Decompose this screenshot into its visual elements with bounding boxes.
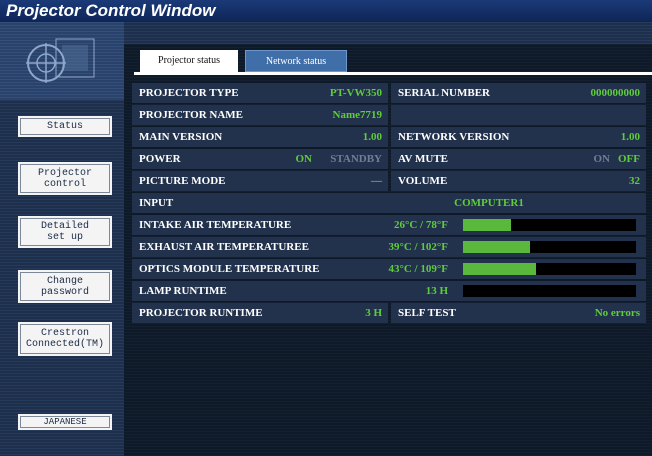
language-japanese-button[interactable]: JAPANESE	[18, 414, 112, 430]
nav-detailed-setup-button[interactable]: Detailed set up	[18, 216, 112, 248]
exhaust-temp-label: EXHAUST AIR TEMPERATUREE	[132, 237, 368, 257]
status-row: PROJECTOR NAME Name7719	[132, 105, 646, 125]
optics-temp-bar-fill	[463, 263, 536, 275]
self-test-label: SELF TEST	[391, 303, 554, 323]
av-mute-on-value: ON	[588, 149, 616, 169]
input-value: COMPUTER1	[332, 193, 646, 213]
client-area: Status Projector control Detailed set up…	[0, 22, 652, 456]
projector-control-window: Projector Control Window Status Projecto…	[0, 0, 652, 456]
nav-change-password-button[interactable]: Change password	[18, 270, 112, 303]
exhaust-temp-bar-fill	[463, 241, 531, 253]
serial-number-value: 000000000	[554, 83, 646, 103]
intake-temp-value: 26°C / 78°F	[368, 215, 454, 235]
lamp-runtime-value: 13 H	[368, 281, 454, 301]
status-content-panel: Projector status Network status PROJECTO…	[124, 44, 652, 456]
sidebar: Status Projector control Detailed set up…	[0, 22, 124, 456]
status-row: PROJECTOR TYPE PT-VW350 SERIAL NUMBER 00…	[132, 83, 646, 103]
window-title: Projector Control Window	[0, 0, 652, 22]
self-test-value: No errors	[554, 303, 646, 323]
intake-temp-label: INTAKE AIR TEMPERATURE	[132, 215, 368, 235]
status-row: POWER ON STANDBY AV MUTE ON OFF	[132, 149, 646, 169]
volume-label: VOLUME	[391, 171, 554, 191]
intake-temp-bar-fill	[463, 219, 512, 231]
optics-temp-value: 43°C / 109°F	[368, 259, 454, 279]
empty-cell	[391, 105, 646, 125]
status-row: LAMP RUNTIME 13 H	[132, 281, 646, 301]
picture-mode-label: PICTURE MODE	[132, 171, 310, 191]
tab-network-status[interactable]: Network status	[245, 50, 347, 72]
status-row: PICTURE MODE — VOLUME 32	[132, 171, 646, 191]
status-row: INPUT COMPUTER1	[132, 193, 646, 213]
power-label: POWER	[132, 149, 272, 169]
status-row: MAIN VERSION 1.00 NETWORK VERSION 1.00	[132, 127, 646, 147]
tab-projector-status[interactable]: Projector status	[140, 50, 238, 72]
serial-number-label: SERIAL NUMBER	[391, 83, 554, 103]
exhaust-temp-value: 39°C / 102°F	[368, 237, 454, 257]
input-label: INPUT	[132, 193, 332, 213]
optics-temp-label: OPTICS MODULE TEMPERATURE	[132, 259, 368, 279]
network-version-label: NETWORK VERSION	[391, 127, 554, 147]
intake-temp-bar	[463, 219, 636, 231]
tab-underline	[134, 72, 652, 75]
projector-type-label: PROJECTOR TYPE	[132, 83, 310, 103]
status-row: PROJECTOR RUNTIME 3 H SELF TEST No error…	[132, 303, 646, 323]
power-on-value: ON	[272, 149, 318, 169]
lamp-runtime-bar	[463, 285, 636, 297]
status-row: EXHAUST AIR TEMPERATUREE 39°C / 102°F	[132, 237, 646, 257]
nav-crestron-button[interactable]: Crestron Connected(TM)	[18, 322, 112, 356]
picture-mode-value: —	[310, 171, 388, 191]
power-standby-value: STANDBY	[318, 149, 388, 169]
exhaust-temp-bar	[463, 241, 636, 253]
projector-runtime-label: PROJECTOR RUNTIME	[132, 303, 310, 323]
volume-value: 32	[554, 171, 646, 191]
network-version-value: 1.00	[554, 127, 646, 147]
projector-type-value: PT-VW350	[310, 83, 388, 103]
logo-area	[0, 22, 124, 100]
optics-temp-bar	[463, 263, 636, 275]
main-version-value: 1.00	[310, 127, 388, 147]
av-mute-off-value: OFF	[616, 149, 646, 169]
nav-projector-control-button[interactable]: Projector control	[18, 162, 112, 195]
lamp-runtime-label: LAMP RUNTIME	[132, 281, 368, 301]
projector-name-label: PROJECTOR NAME	[132, 105, 310, 125]
nav-status-button[interactable]: Status	[18, 116, 112, 137]
status-row: OPTICS MODULE TEMPERATURE 43°C / 109°F	[132, 259, 646, 279]
main-version-label: MAIN VERSION	[132, 127, 310, 147]
projector-runtime-value: 3 H	[310, 303, 388, 323]
status-row: INTAKE AIR TEMPERATURE 26°C / 78°F	[132, 215, 646, 235]
av-mute-label: AV MUTE	[391, 149, 588, 169]
projector-name-value: Name7719	[310, 105, 388, 125]
projector-crosshair-logo-icon	[26, 38, 95, 83]
